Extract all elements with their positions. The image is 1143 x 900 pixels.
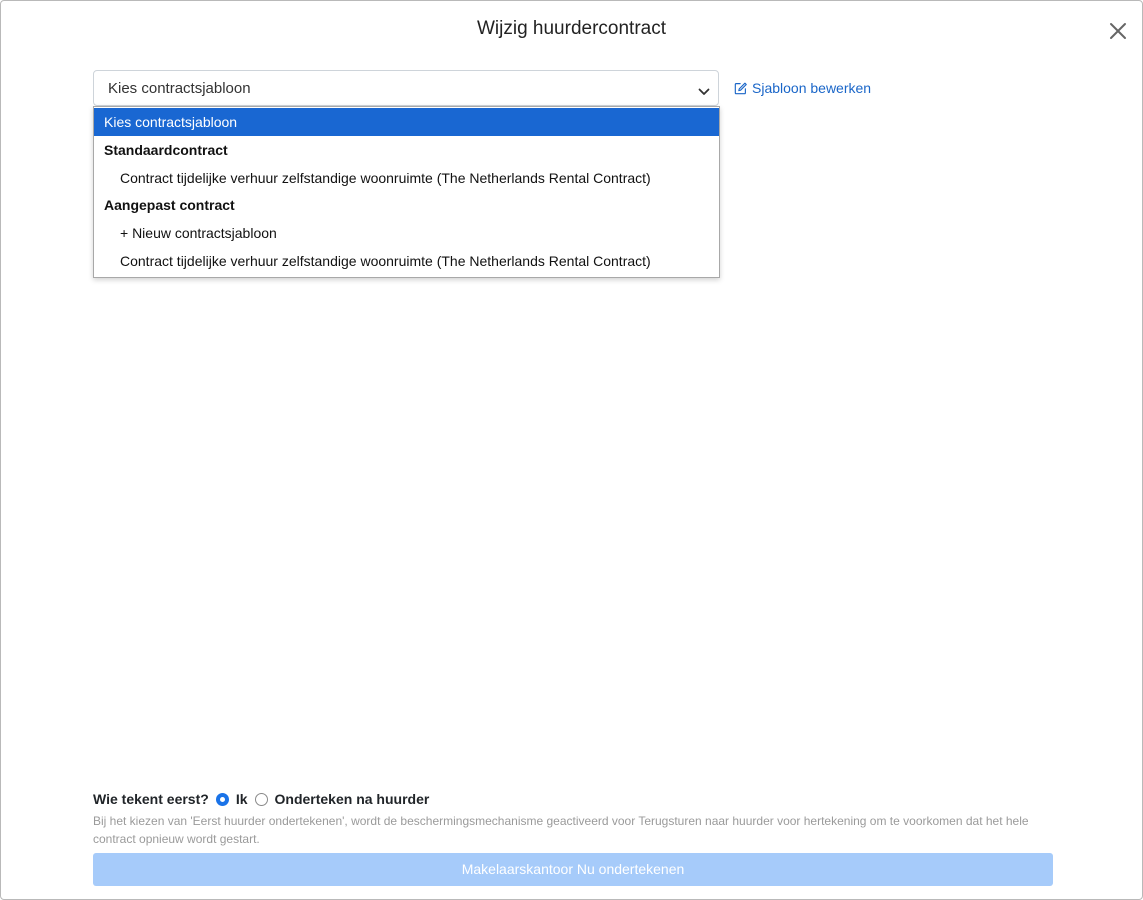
template-select[interactable]: Kies contractsjabloon <box>93 70 719 106</box>
signer-order-label: Wie tekent eerst? <box>93 791 209 807</box>
dropdown-group-standard: Standaardcontract <box>104 142 228 158</box>
radio-sign-after-tenant[interactable] <box>254 792 268 806</box>
close-button[interactable] <box>1108 21 1130 43</box>
template-dropdown-list: Kies contractsjabloon Standaardcontract … <box>93 106 720 278</box>
edit-icon <box>734 82 747 95</box>
dropdown-group-custom: Aangepast contract <box>104 197 235 213</box>
close-icon <box>1110 23 1126 39</box>
signer-order-row: Wie tekent eerst? Ik Onderteken na huurd… <box>93 791 436 807</box>
dropdown-option-placeholder[interactable]: Kies contractsjabloon <box>94 108 719 136</box>
dropdown-option-new-template[interactable]: + Nieuw contractsjabloon <box>94 219 719 247</box>
edit-template-link[interactable]: Sjabloon bewerken <box>734 80 871 96</box>
dropdown-option-standard-contract[interactable]: Contract tijdelijke verhuur zelfstandige… <box>94 164 719 192</box>
edit-tenant-contract-modal: Wijzig huurdercontract Kies contractsjab… <box>0 0 1143 900</box>
radio-sign-me-label[interactable]: Ik <box>236 791 248 807</box>
template-select-value: Kies contractsjabloon <box>108 80 251 97</box>
radio-sign-me[interactable] <box>215 792 229 806</box>
sign-now-button[interactable]: Makelaarskantoor Nu ondertekenen <box>93 853 1053 886</box>
signer-help-text: Bij het kiezen van 'Eerst huurder ondert… <box>93 814 1029 846</box>
dropdown-option-custom-contract[interactable]: Contract tijdelijke verhuur zelfstandige… <box>94 247 719 275</box>
edit-template-label: Sjabloon bewerken <box>752 80 872 96</box>
chevron-down-icon <box>698 83 710 101</box>
modal-title: Wijzig huurdercontract <box>476 18 667 39</box>
radio-sign-after-tenant-label[interactable]: Onderteken na huurder <box>275 791 430 807</box>
